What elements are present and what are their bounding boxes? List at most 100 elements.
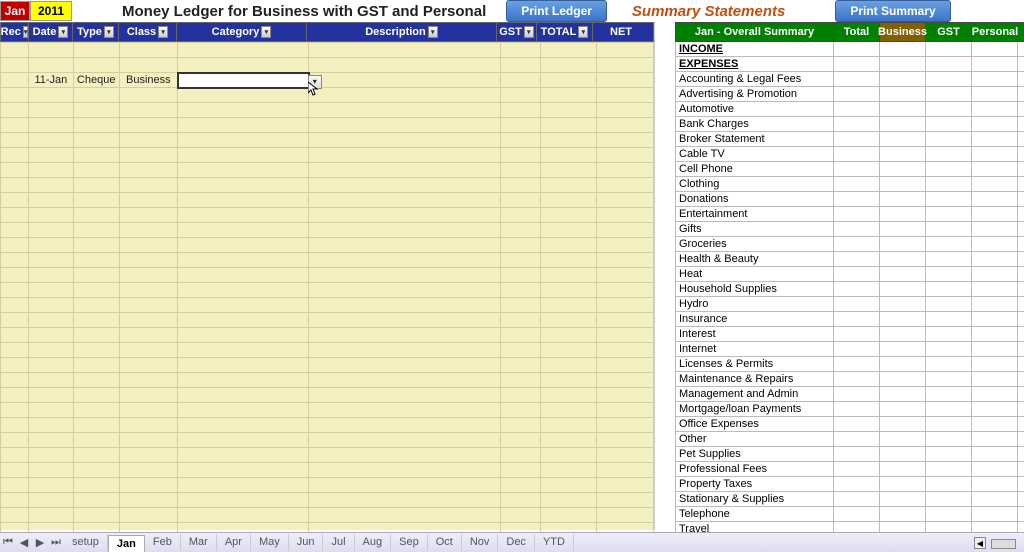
- ledger-cell[interactable]: [178, 433, 309, 448]
- ledger-cell[interactable]: [73, 358, 119, 373]
- ledger-cell[interactable]: [597, 163, 654, 178]
- ledger-cell[interactable]: [119, 103, 177, 118]
- summary-row[interactable]: Management and Admin: [675, 387, 1024, 402]
- ledger-cell[interactable]: [73, 418, 119, 433]
- summary-cell[interactable]: [972, 177, 1018, 191]
- ledger-cell[interactable]: [178, 223, 309, 238]
- tab-nav-prev-icon[interactable]: ◀: [16, 535, 32, 551]
- ledger-cell[interactable]: [309, 478, 500, 493]
- sheet-tab-nov[interactable]: Nov: [462, 534, 499, 551]
- ledger-cell[interactable]: [597, 253, 654, 268]
- summary-cell[interactable]: [972, 207, 1018, 221]
- ledger-cell[interactable]: [29, 508, 73, 523]
- summary-row[interactable]: Licenses & Permits: [675, 357, 1024, 372]
- ledger-cell[interactable]: [500, 118, 540, 133]
- month-cell[interactable]: Jan: [0, 1, 30, 21]
- sheet-tab-oct[interactable]: Oct: [428, 534, 462, 551]
- summary-cell[interactable]: [880, 282, 926, 296]
- cell-category-active[interactable]: ▾: [178, 73, 309, 88]
- ledger-cell[interactable]: [29, 343, 73, 358]
- summary-cell[interactable]: [880, 297, 926, 311]
- ledger-cell[interactable]: [500, 448, 540, 463]
- summary-cell[interactable]: [834, 87, 880, 101]
- summary-row[interactable]: Donations: [675, 192, 1024, 207]
- summary-cell[interactable]: [972, 252, 1018, 266]
- ledger-cell[interactable]: [541, 283, 597, 298]
- summary-cell[interactable]: [880, 72, 926, 86]
- summary-cell[interactable]: [880, 87, 926, 101]
- ledger-cell[interactable]: [29, 313, 73, 328]
- ledger-cell[interactable]: [309, 313, 500, 328]
- summary-cell[interactable]: [834, 432, 880, 446]
- ledger-cell[interactable]: [541, 313, 597, 328]
- ledger-cell[interactable]: [1, 433, 29, 448]
- cell-date[interactable]: 11-Jan: [29, 73, 73, 88]
- ledger-cell[interactable]: [500, 103, 540, 118]
- summary-row[interactable]: Pet Supplies: [675, 447, 1024, 462]
- ledger-cell[interactable]: [541, 88, 597, 103]
- ledger-cell[interactable]: [500, 328, 540, 343]
- summary-cell[interactable]: [880, 222, 926, 236]
- ledger-cell[interactable]: [541, 403, 597, 418]
- summary-row[interactable]: Groceries: [675, 237, 1024, 252]
- ledger-cell[interactable]: [597, 88, 654, 103]
- ledger-cell[interactable]: [597, 73, 654, 88]
- ledger-cell[interactable]: [541, 163, 597, 178]
- table-row[interactable]: [1, 88, 654, 103]
- summary-row[interactable]: Professional Fees: [675, 462, 1024, 477]
- summary-row[interactable]: Other: [675, 432, 1024, 447]
- ledger-cell[interactable]: [309, 223, 500, 238]
- ledger-cell[interactable]: [29, 178, 73, 193]
- ledger-cell[interactable]: [1, 358, 29, 373]
- table-row[interactable]: [1, 418, 654, 433]
- ledger-cell[interactable]: [500, 238, 540, 253]
- ledger-cell[interactable]: [1, 448, 29, 463]
- ledger-cell[interactable]: [309, 178, 500, 193]
- summary-cell[interactable]: [834, 222, 880, 236]
- ledger-cell[interactable]: [1, 178, 29, 193]
- ledger-cell[interactable]: [29, 43, 73, 58]
- summary-row[interactable]: Insurance: [675, 312, 1024, 327]
- summary-cell[interactable]: [972, 492, 1018, 506]
- ledger-cell[interactable]: [1, 58, 29, 73]
- summary-cell[interactable]: [834, 387, 880, 401]
- ledger-cell[interactable]: [29, 478, 73, 493]
- summary-cell[interactable]: [880, 417, 926, 431]
- summary-cell[interactable]: [880, 207, 926, 221]
- table-row[interactable]: [1, 463, 654, 478]
- ledger-cell[interactable]: [541, 148, 597, 163]
- ledger-cell[interactable]: [309, 463, 500, 478]
- ledger-cell[interactable]: [29, 88, 73, 103]
- ledger-cell[interactable]: [500, 43, 540, 58]
- summary-cell[interactable]: [880, 342, 926, 356]
- ledger-cell[interactable]: [1, 268, 29, 283]
- ledger-cell[interactable]: [541, 103, 597, 118]
- summary-cell[interactable]: [972, 72, 1018, 86]
- ledger-cell[interactable]: [500, 133, 540, 148]
- summary-cell[interactable]: [972, 372, 1018, 386]
- summary-row[interactable]: EXPENSES: [675, 57, 1024, 72]
- ledger-cell[interactable]: [597, 193, 654, 208]
- summary-cell[interactable]: [880, 177, 926, 191]
- ledger-cell[interactable]: [309, 328, 500, 343]
- summary-cell[interactable]: [972, 312, 1018, 326]
- ledger-cell[interactable]: [119, 448, 177, 463]
- ledger-cell[interactable]: [29, 463, 73, 478]
- ledger-cell[interactable]: [1, 388, 29, 403]
- summary-row[interactable]: Interest: [675, 327, 1024, 342]
- summary-cell[interactable]: [926, 432, 972, 446]
- summary-cell[interactable]: [834, 297, 880, 311]
- summary-row[interactable]: Cell Phone: [675, 162, 1024, 177]
- ledger-cell[interactable]: [597, 388, 654, 403]
- ledger-cell[interactable]: [119, 148, 177, 163]
- summary-cell[interactable]: [834, 207, 880, 221]
- ledger-cell[interactable]: [500, 148, 540, 163]
- ledger-cell[interactable]: [597, 298, 654, 313]
- ledger-cell[interactable]: [1, 73, 29, 88]
- col-date-header[interactable]: Date▾: [29, 23, 73, 41]
- summary-cell[interactable]: [834, 237, 880, 251]
- ledger-cell[interactable]: [597, 58, 654, 73]
- ledger-cell[interactable]: [29, 448, 73, 463]
- ledger-cell[interactable]: [73, 508, 119, 523]
- ledger-cell[interactable]: [178, 238, 309, 253]
